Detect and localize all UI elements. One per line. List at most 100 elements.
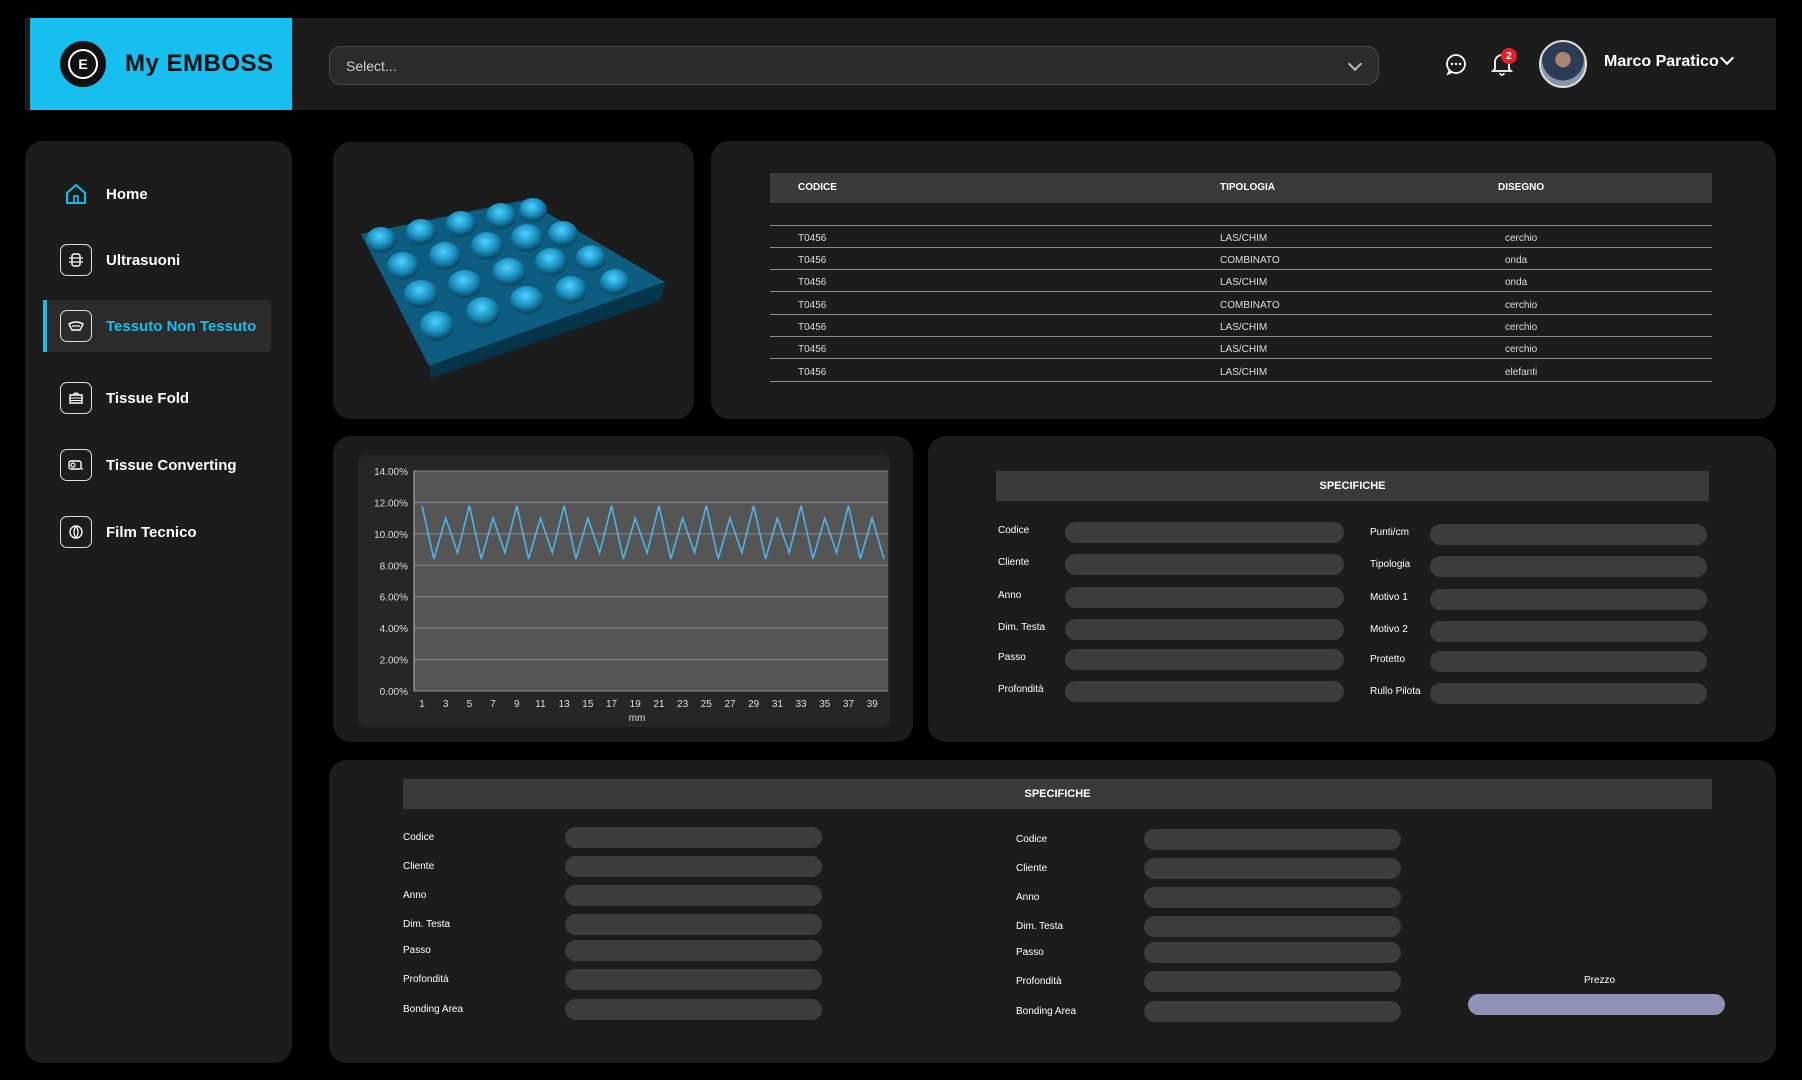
table-row[interactable]: T0456 LAS/CHIM cerchio bbox=[770, 337, 1712, 359]
field-label: Tipologia bbox=[1370, 559, 1411, 570]
spec-input-field[interactable] bbox=[1065, 554, 1344, 575]
spec-input-field[interactable] bbox=[1065, 619, 1344, 640]
spec-input-field[interactable] bbox=[1065, 681, 1344, 702]
tissue-converting-icon bbox=[60, 449, 92, 481]
field-label: Motivo 1 bbox=[1370, 592, 1408, 603]
select-placeholder: Select... bbox=[346, 57, 397, 74]
cell-disegno: cerchio bbox=[1505, 322, 1538, 333]
spec-input-field[interactable] bbox=[1430, 683, 1707, 704]
app-logo[interactable]: E My EMBOSS bbox=[30, 18, 292, 110]
price-field[interactable] bbox=[1468, 994, 1725, 1015]
column-header-codice[interactable]: CODICE bbox=[798, 182, 837, 193]
spec-input-field[interactable] bbox=[1144, 858, 1401, 879]
cell-tipologia: LAS/CHIM bbox=[1220, 367, 1268, 378]
y-tick-label: 2.00% bbox=[380, 656, 408, 667]
field-label: Bonding Area bbox=[1016, 1006, 1077, 1017]
spec-input-field[interactable] bbox=[565, 914, 822, 935]
x-tick-label: 9 bbox=[514, 699, 520, 710]
line-chart: 0.00% 2.00% 4.00% 6.00% 8.00% 10.00% 12.00% 14.… bbox=[358, 455, 890, 727]
price-label: Prezzo bbox=[1584, 975, 1616, 986]
field-label: Punti/cm bbox=[1370, 527, 1409, 538]
spec-input-field[interactable] bbox=[565, 856, 822, 877]
spec-input-field[interactable] bbox=[1065, 649, 1344, 670]
spec-input-field[interactable] bbox=[1430, 556, 1707, 577]
cell-codice: T0456 bbox=[798, 344, 827, 355]
spec-input-field[interactable] bbox=[565, 969, 822, 990]
cell-disegno: onda bbox=[1505, 255, 1528, 266]
spec-input-field[interactable] bbox=[565, 885, 822, 906]
avatar[interactable] bbox=[1539, 40, 1587, 88]
column-header-tipologia[interactable]: TIPOLOGIA bbox=[1220, 182, 1275, 193]
field-label: Passo bbox=[403, 945, 431, 956]
table-row[interactable]: T0456 COMBINATO onda bbox=[770, 248, 1712, 270]
user-name[interactable]: Marco Paratico bbox=[1604, 53, 1719, 71]
table-row[interactable]: T0456 LAS/CHIM onda bbox=[770, 270, 1712, 292]
app-name: My EMBOSS bbox=[125, 50, 274, 77]
spec-input-field[interactable] bbox=[1144, 829, 1401, 850]
logo-mark: E bbox=[60, 41, 106, 87]
field-label: Dim. Testa bbox=[998, 622, 1046, 633]
sidebar-item-ultrasuoni[interactable]: Ultrasuoni bbox=[43, 234, 271, 286]
spec-input-field[interactable] bbox=[1065, 522, 1344, 543]
field-label: Codice bbox=[1016, 834, 1048, 845]
x-tick-label: 23 bbox=[677, 699, 689, 710]
field-label: Protetto bbox=[1370, 654, 1406, 665]
home-icon bbox=[60, 178, 92, 210]
spec-input-field[interactable] bbox=[1430, 589, 1707, 610]
sidebar-item-label: Tissue Fold bbox=[106, 389, 190, 407]
cell-codice: T0456 bbox=[798, 277, 827, 288]
x-tick-label: 17 bbox=[606, 699, 618, 710]
table-row[interactable]: T0456 COMBINATO cerchio bbox=[770, 293, 1712, 315]
spec-input-field[interactable] bbox=[1144, 1001, 1401, 1022]
x-axis-label: mm bbox=[629, 713, 646, 724]
cell-disegno: cerchio bbox=[1505, 344, 1538, 355]
y-tick-label: 10.00% bbox=[374, 530, 408, 541]
sidebar-item-label: Ultrasuoni bbox=[106, 251, 181, 269]
field-label: Dim. Testa bbox=[403, 919, 451, 930]
table-row[interactable]: T0456 LAS/CHIM elefanti bbox=[770, 360, 1712, 382]
x-tick-label: 5 bbox=[467, 699, 473, 710]
spec-input-field[interactable] bbox=[1430, 621, 1707, 642]
spec-input-field[interactable] bbox=[1144, 887, 1401, 908]
spec-input-field[interactable] bbox=[565, 999, 822, 1020]
cell-tipologia: COMBINATO bbox=[1220, 300, 1280, 311]
spec-input-field[interactable] bbox=[1144, 916, 1401, 937]
x-tick-label: 37 bbox=[843, 699, 855, 710]
spec-input-field[interactable] bbox=[1065, 587, 1344, 608]
field-label: Bonding Area bbox=[403, 1004, 464, 1015]
spec-input-field[interactable] bbox=[1430, 524, 1707, 545]
x-tick-label: 31 bbox=[772, 699, 784, 710]
spec-input-field[interactable] bbox=[1144, 971, 1401, 992]
cell-codice: T0456 bbox=[798, 367, 827, 378]
cell-codice: T0456 bbox=[798, 233, 827, 244]
spec-input-field[interactable] bbox=[565, 940, 822, 961]
sidebar-item-film-tecnico[interactable]: Film Tecnico bbox=[43, 506, 271, 558]
column-header-disegno[interactable]: DISEGNO bbox=[1498, 182, 1544, 193]
field-label: Profondità bbox=[1016, 976, 1062, 987]
notification-badge: 2 bbox=[1501, 48, 1517, 64]
spec-input-field[interactable] bbox=[565, 827, 822, 848]
spec-input-field[interactable] bbox=[1430, 651, 1707, 672]
table-row[interactable]: T0456 LAS/CHIM cerchio bbox=[770, 315, 1712, 337]
x-tick-label: 19 bbox=[630, 699, 642, 710]
sidebar-item-home[interactable]: Home bbox=[43, 168, 271, 220]
spec-input-field[interactable] bbox=[1144, 942, 1401, 963]
cell-disegno: onda bbox=[1505, 277, 1528, 288]
field-label: Cliente bbox=[403, 861, 435, 872]
sidebar-item-tessuto-non-tessuto[interactable]: Tessuto Non Tessuto bbox=[43, 300, 271, 352]
logo-letter: E bbox=[68, 49, 98, 79]
chat-icon[interactable] bbox=[1442, 50, 1470, 78]
sidebar-item-tissue-converting[interactable]: Tissue Converting bbox=[43, 439, 271, 491]
x-tick-label: 13 bbox=[559, 699, 571, 710]
cell-tipologia: LAS/CHIM bbox=[1220, 322, 1268, 333]
cell-tipologia: LAS/CHIM bbox=[1220, 344, 1268, 355]
y-tick-label: 14.00% bbox=[374, 467, 408, 478]
tissue-fold-icon bbox=[60, 382, 92, 414]
main-select[interactable]: Select... bbox=[329, 46, 1379, 85]
sidebar-item-tissue-fold[interactable]: Tissue Fold bbox=[43, 372, 271, 424]
y-tick-label: 0.00% bbox=[380, 687, 408, 698]
table-row[interactable]: T0456 LAS/CHIM cerchio bbox=[770, 226, 1712, 248]
field-label: Profondità bbox=[403, 974, 449, 985]
field-label: Codice bbox=[403, 832, 435, 843]
sidebar-item-label: Tissue Converting bbox=[106, 456, 237, 474]
